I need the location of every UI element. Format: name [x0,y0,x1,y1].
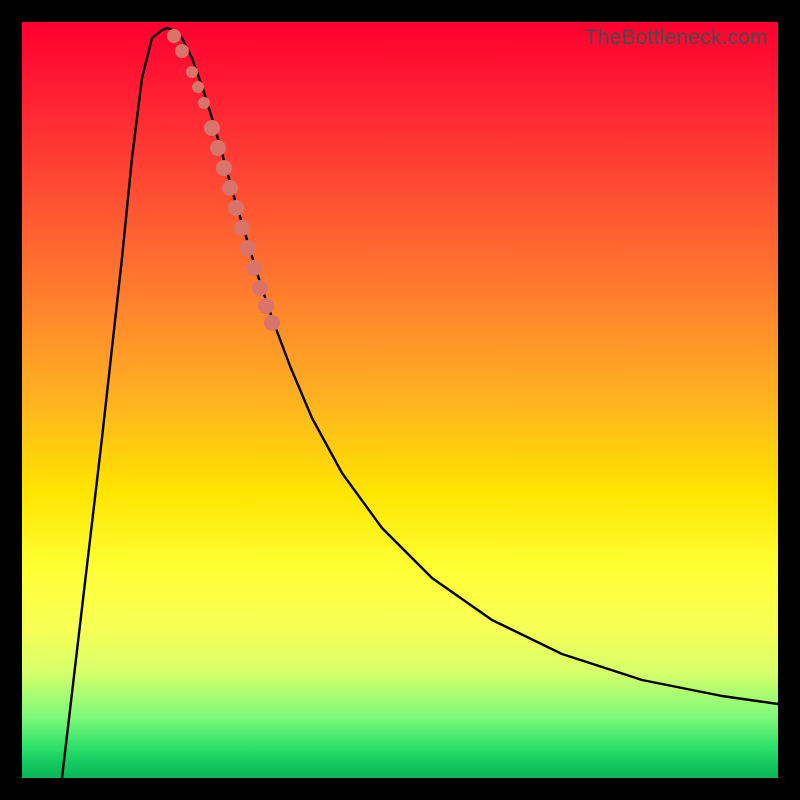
chart-svg [22,22,778,778]
data-marker [252,280,268,296]
data-marker [264,315,280,331]
data-marker [186,66,198,78]
data-marker [222,180,238,196]
chart-frame: TheBottleneck.com [0,0,800,800]
data-marker [228,200,244,216]
curve-path [62,28,778,778]
data-marker [204,120,220,136]
data-marker [192,81,204,93]
data-marker [210,140,226,156]
watermark-text: TheBottleneck.com [585,26,768,50]
data-marker [167,29,181,43]
data-marker [216,160,232,176]
bottleneck-curve [62,28,778,778]
data-marker [246,260,262,276]
data-marker [234,220,250,236]
data-marker [175,44,189,58]
data-marker [240,240,256,256]
plot-area: TheBottleneck.com [22,22,778,778]
data-marker [258,298,274,314]
data-marker [198,97,210,109]
marker-layer [167,29,280,331]
